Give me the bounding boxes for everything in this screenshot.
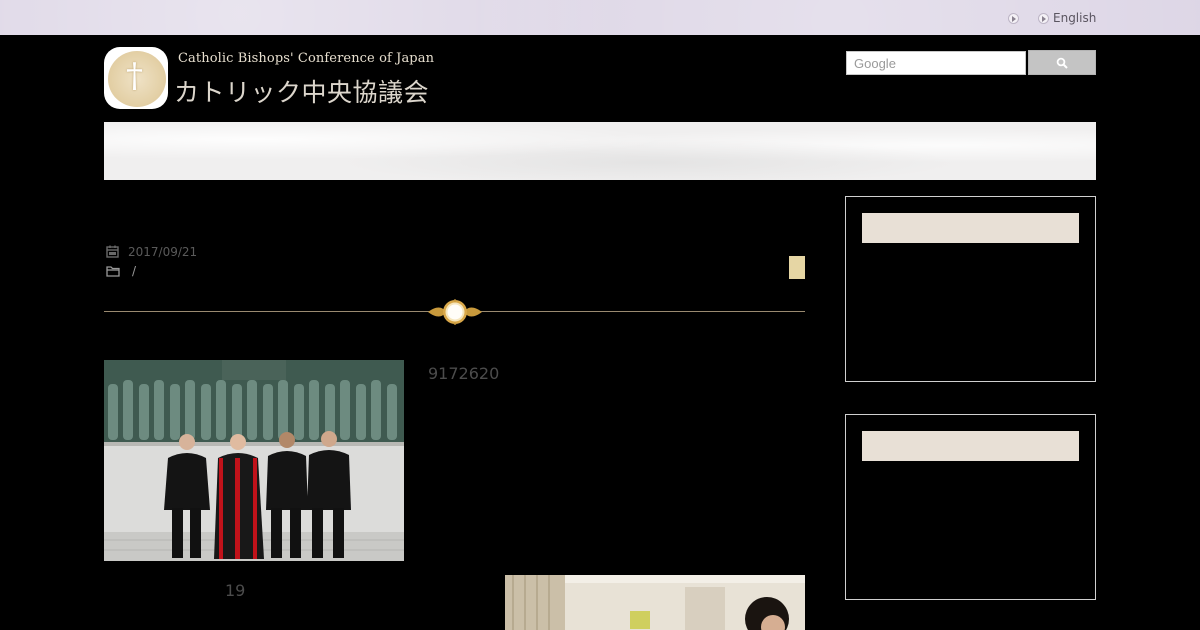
sidebar-widget xyxy=(845,196,1096,382)
logo-english-title: Catholic Bishops' Conference of Japan xyxy=(178,51,435,66)
cross-icon: † xyxy=(126,56,143,96)
post-photo-meeting[interactable] xyxy=(505,575,805,630)
logo-japanese-title: カトリック中央協議会 xyxy=(174,78,430,107)
logo-badge: † xyxy=(104,47,168,109)
main-navigation-bar[interactable] xyxy=(104,122,1096,180)
tag-marker[interactable] xyxy=(789,256,805,279)
sidebar-widget-title xyxy=(862,213,1079,243)
post-category[interactable]: / xyxy=(132,264,136,278)
post-caption: 19 xyxy=(225,581,246,600)
sidebar-widget xyxy=(845,414,1096,600)
calendar-icon xyxy=(106,245,119,258)
search-button[interactable] xyxy=(1028,50,1096,75)
english-language-link[interactable]: English xyxy=(1053,11,1096,25)
post-number: 9172620 xyxy=(428,364,500,383)
search-input[interactable] xyxy=(846,51,1026,75)
top-bar: English xyxy=(0,0,1200,35)
ornament-icon xyxy=(428,299,482,325)
arrow-circle-icon xyxy=(1038,13,1049,24)
search-icon xyxy=(1056,57,1068,69)
sidebar-widget-title xyxy=(862,431,1079,461)
post-date: 2017/09/21 xyxy=(128,245,198,259)
post-photo-bishops[interactable] xyxy=(104,360,404,561)
arrow-circle-icon[interactable] xyxy=(1008,13,1019,24)
folder-icon xyxy=(106,266,120,277)
